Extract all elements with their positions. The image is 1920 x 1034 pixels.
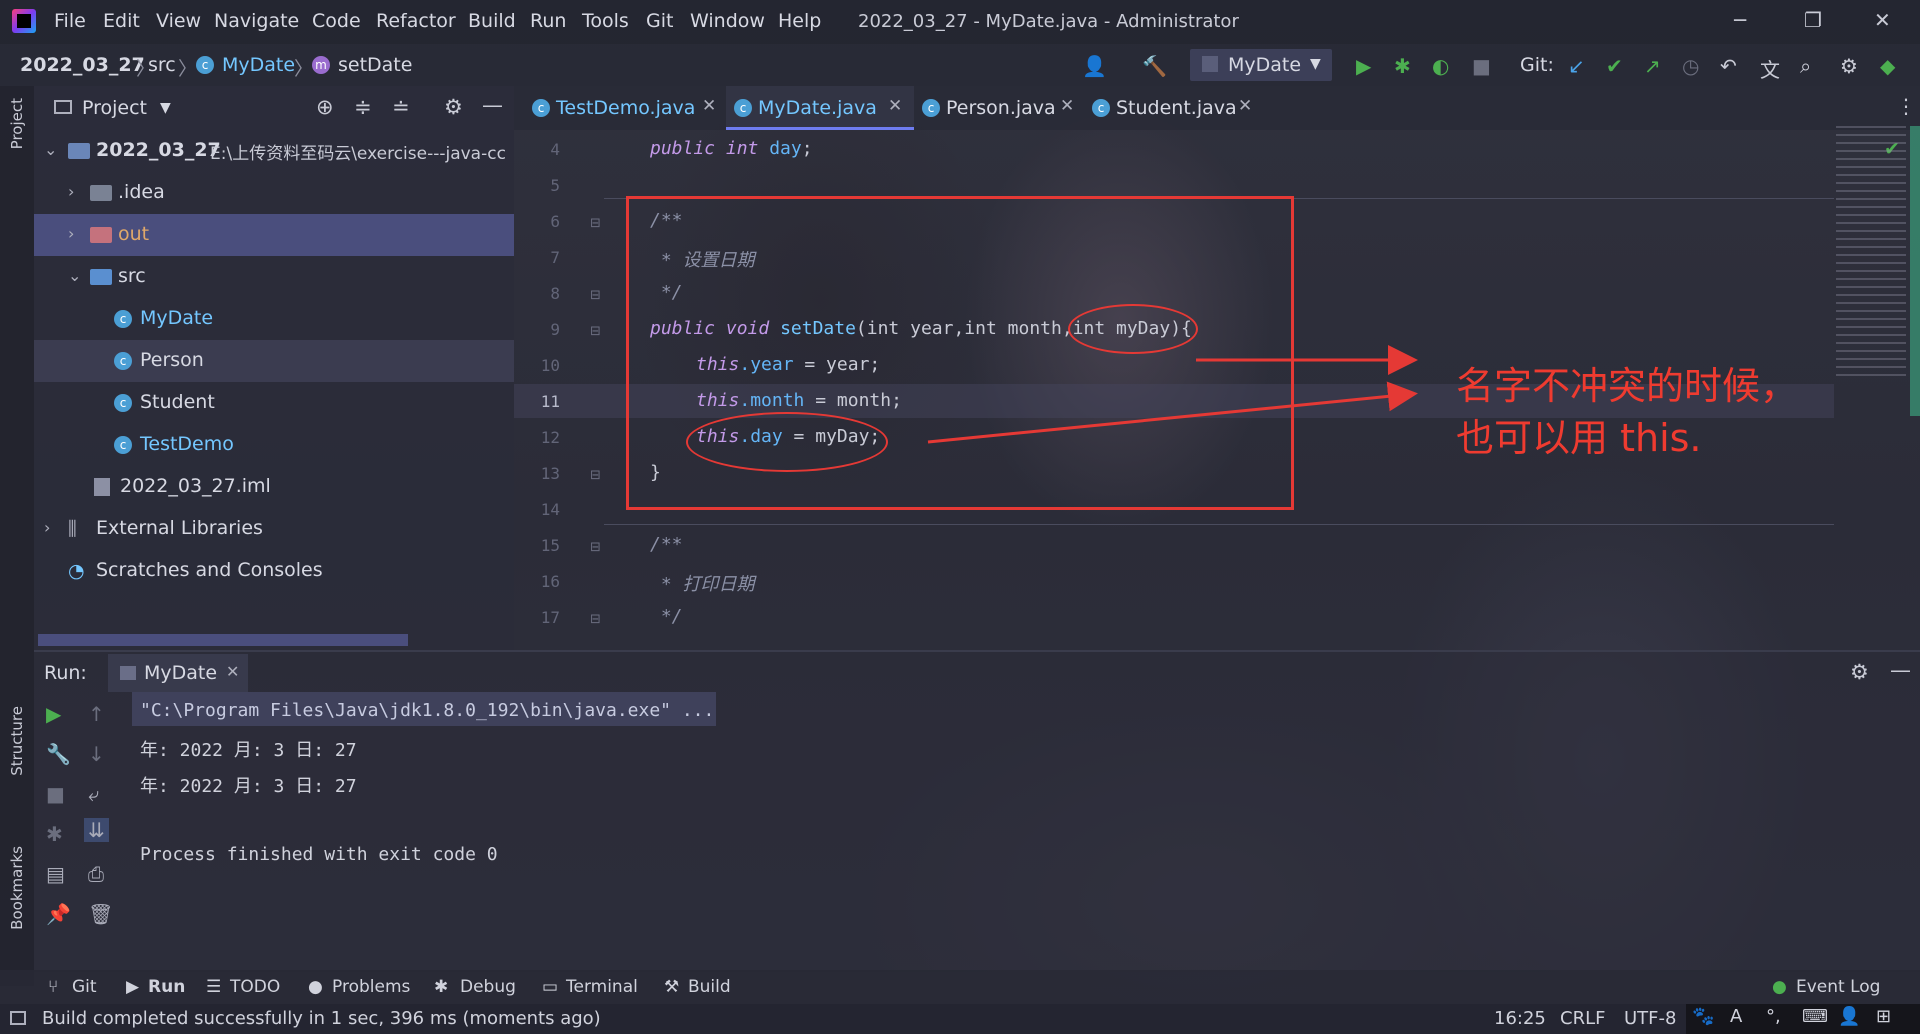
tool-run[interactable]: Run	[148, 977, 185, 997]
terminal-icon: ▭	[542, 977, 559, 997]
annotation-line: 也可以用 this.	[1456, 416, 1702, 460]
ime-toolbar: 🐾 A °, ⌨ 👤 ⊞	[1686, 1004, 1920, 1034]
tool-event-log[interactable]: Event Log	[1796, 977, 1880, 997]
play-icon: ▶	[126, 977, 140, 997]
toggle-panels-icon[interactable]	[10, 1011, 26, 1025]
paw-icon[interactable]: 🐾	[1692, 1006, 1714, 1027]
grid-icon[interactable]: ⊞	[1876, 1006, 1891, 1027]
console-output-line[interactable]: 年: 2022 月: 3 日: 27	[140, 736, 357, 762]
scroll-to-end-icon[interactable]: ⇊	[84, 818, 109, 842]
run-panel: Run: MyDate ✕ ⚙ — ▶ 🔧 ■ ✱ ▤ 📌 ↑ ↓ ⤶ ⇊ ⎙ …	[34, 650, 1920, 972]
punctuation-icon[interactable]: °,	[1766, 1006, 1781, 1027]
annotation-line: 名字不冲突的时候，	[1456, 364, 1799, 408]
status-message[interactable]: Build completed successfully in 1 sec, 3…	[42, 1008, 601, 1029]
run-tab-label: MyDate	[144, 662, 218, 684]
console-output-line[interactable]: Process finished with exit code 0	[140, 844, 498, 865]
arrow-line	[927, 381, 1418, 444]
hide-icon[interactable]: —	[1890, 658, 1911, 682]
wrench-icon[interactable]: 🔧	[46, 742, 71, 766]
console-output-line[interactable]: "C:\Program Files\Java\jdk1.8.0_192\bin\…	[140, 700, 714, 721]
debug-icon[interactable]: ✱	[46, 822, 63, 846]
arrow-up-icon[interactable]: ↑	[88, 702, 105, 726]
close-icon[interactable]: ✕	[226, 662, 239, 681]
tool-terminal[interactable]: Terminal	[566, 977, 638, 997]
run-label: Run:	[44, 662, 87, 684]
pin-icon[interactable]: 📌	[46, 902, 71, 926]
event-log-icon: ●	[1772, 977, 1787, 997]
hammer-icon: ⚒	[664, 977, 680, 997]
tool-build[interactable]: Build	[688, 977, 731, 997]
trash-icon[interactable]: 🗑	[88, 902, 113, 926]
tool-git[interactable]: Git	[72, 977, 97, 997]
git-branch-icon: ⑂	[48, 977, 59, 997]
tool-problems[interactable]: Problems	[332, 977, 410, 997]
annotation-text: 名字不冲突的时候， 也可以用 this.	[1456, 360, 1798, 464]
bottom-tool-bar: ⑂ Git ▶ Run ☰ TODO ● Problems ✱ Debug ▭ …	[0, 970, 1920, 1004]
font-icon[interactable]: A	[1730, 1006, 1742, 1027]
console-icon	[120, 666, 136, 680]
tool-debug[interactable]: Debug	[460, 977, 516, 997]
line-separator[interactable]: CRLF	[1560, 1008, 1605, 1029]
rerun-icon[interactable]: ▶	[46, 702, 61, 726]
problems-icon: ●	[308, 977, 323, 997]
soft-wrap-icon[interactable]: ⤶	[88, 782, 99, 806]
arrow-down-icon[interactable]: ↓	[88, 742, 105, 766]
bug-icon: ✱	[434, 977, 449, 997]
file-encoding[interactable]: UTF-8	[1624, 1008, 1676, 1029]
console-output-line[interactable]: 年: 2022 月: 3 日: 27	[140, 772, 357, 798]
gear-icon[interactable]: ⚙	[1850, 660, 1869, 684]
user-icon[interactable]: 👤	[1838, 1006, 1860, 1027]
cursor-position[interactable]: 16:25	[1494, 1008, 1546, 1029]
print-icon[interactable]: ⎙	[88, 862, 104, 886]
keyboard-icon[interactable]: ⌨	[1802, 1006, 1828, 1027]
run-tab[interactable]: MyDate ✕	[108, 654, 248, 692]
layout-icon[interactable]: ▤	[46, 862, 65, 886]
list-icon: ☰	[206, 977, 222, 997]
stop-icon[interactable]: ■	[46, 782, 65, 806]
tool-todo[interactable]: TODO	[230, 977, 280, 997]
status-bar: Build completed successfully in 1 sec, 3…	[0, 1004, 1920, 1034]
